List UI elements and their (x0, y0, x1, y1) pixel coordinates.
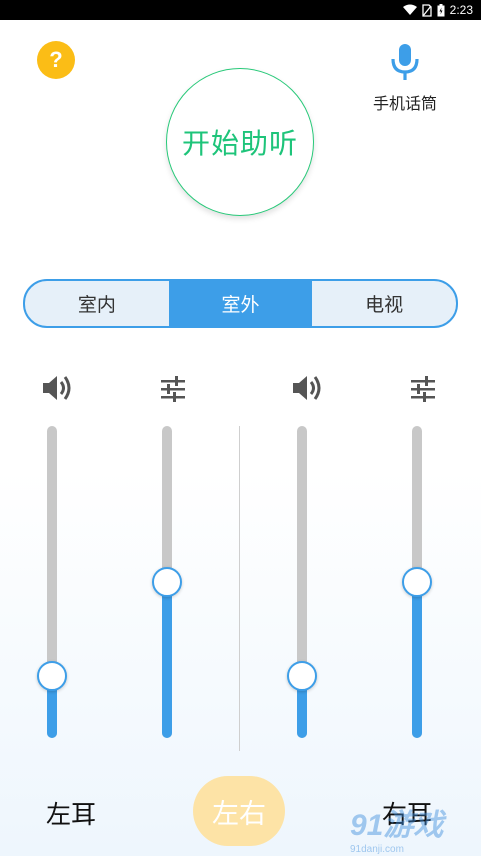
mic-label: 手机话筒 (372, 94, 437, 113)
right-volume-icon (293, 376, 321, 400)
status-icons: 2:23 (402, 3, 473, 17)
watermark: 91游戏 91danji.com (350, 800, 443, 855)
watermark-url: 91danji.com (350, 844, 404, 855)
slider-thumb[interactable] (287, 660, 317, 691)
mic-button[interactable]: 手机话筒 (360, 44, 450, 114)
status-time: 2:23 (449, 3, 473, 17)
left-right-switch-label: 左右 (212, 798, 266, 830)
slider-thumb[interactable] (37, 660, 67, 691)
slider-fill (162, 582, 172, 738)
left-equalizer-icon[interactable] (159, 376, 187, 402)
watermark-logo: 91游戏 (350, 809, 444, 842)
no-sim-icon (421, 3, 432, 17)
tab-outdoor[interactable]: 室外 (168, 281, 313, 326)
status-bar: 2:23 (0, 0, 481, 20)
left-volume-icon (43, 376, 71, 400)
tab-tv[interactable]: 电视 (312, 281, 456, 326)
microphone-icon (391, 44, 419, 80)
left-right-switch-button[interactable]: 左右 (193, 776, 285, 846)
start-hearing-button[interactable]: 开始助听 (166, 68, 314, 216)
slider-fill (412, 582, 422, 738)
wifi-icon (402, 4, 417, 15)
slider-thumb[interactable] (152, 567, 182, 597)
start-hearing-label: 开始助听 (181, 127, 298, 160)
slider-thumb[interactable] (402, 567, 432, 597)
ear-divider (239, 426, 240, 751)
right-equalizer-icon[interactable] (409, 376, 437, 402)
mode-tabs: 室内 室外 电视 (23, 279, 458, 328)
left-ear-label: 左耳 (46, 800, 97, 829)
help-button[interactable]: ? (37, 41, 75, 79)
battery-icon (437, 3, 445, 16)
tab-indoor[interactable]: 室内 (25, 281, 169, 326)
